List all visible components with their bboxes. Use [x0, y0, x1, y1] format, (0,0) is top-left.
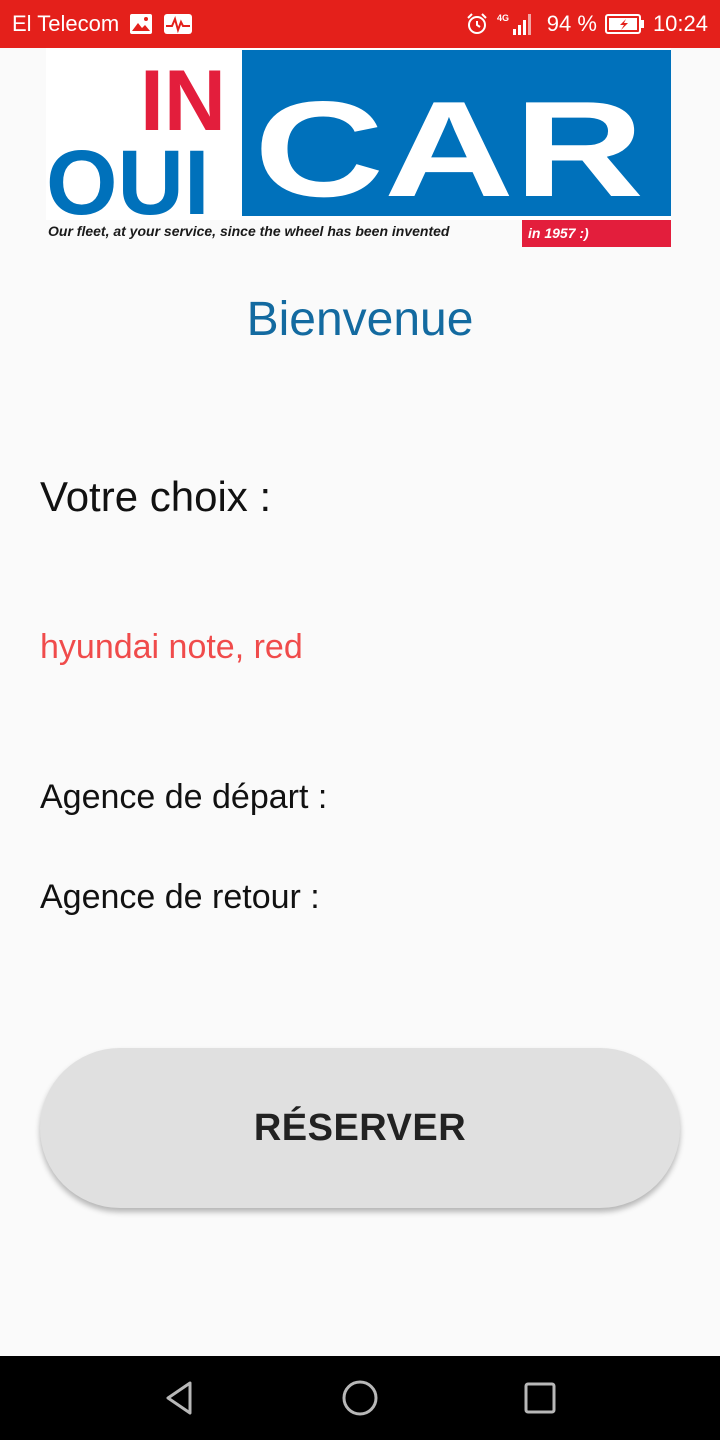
departure-agency-label: Agence de départ : [40, 778, 328, 816]
logo-tagline-highlight: in 1957 :) [522, 220, 671, 247]
network-type: 4G [497, 13, 509, 23]
activity-icon [163, 13, 193, 35]
battery-percent: 94 % [546, 11, 597, 36]
alarm-icon [465, 12, 489, 36]
choice-label: Votre choix : [40, 473, 272, 520]
return-agency-label: Agence de retour : [40, 878, 320, 916]
app-screen: El Telecom 4G 94 % 10:24 IN OUI CAR Our … [0, 0, 720, 1440]
navigation-bar [0, 1356, 720, 1440]
reserve-button[interactable]: RÉSERVER [40, 1048, 680, 1208]
choice-value: hyundai note, red [40, 628, 303, 666]
image-icon [129, 13, 153, 35]
home-icon[interactable] [336, 1374, 384, 1422]
battery-charging-icon [604, 13, 645, 35]
reserve-button-label: RÉSERVER [253, 1106, 467, 1149]
status-right: 4G 94 % 10:24 [465, 11, 708, 37]
logo-oui: OUI [46, 132, 210, 234]
status-bar: El Telecom 4G 94 % 10:24 [0, 0, 720, 48]
welcome-title: Bienvenue [246, 293, 474, 346]
signal-icon: 4G [497, 11, 537, 37]
logo-tagline: Our fleet, at your service, since the wh… [48, 223, 450, 239]
back-icon[interactable] [156, 1374, 204, 1422]
clock: 10:24 [652, 11, 708, 36]
incar-logo: IN OUI CAR [46, 48, 671, 234]
logo-car: CAR [254, 73, 644, 225]
recents-icon[interactable] [516, 1374, 564, 1422]
carrier-name: El Telecom [12, 11, 120, 36]
status-left: El Telecom [12, 11, 465, 37]
